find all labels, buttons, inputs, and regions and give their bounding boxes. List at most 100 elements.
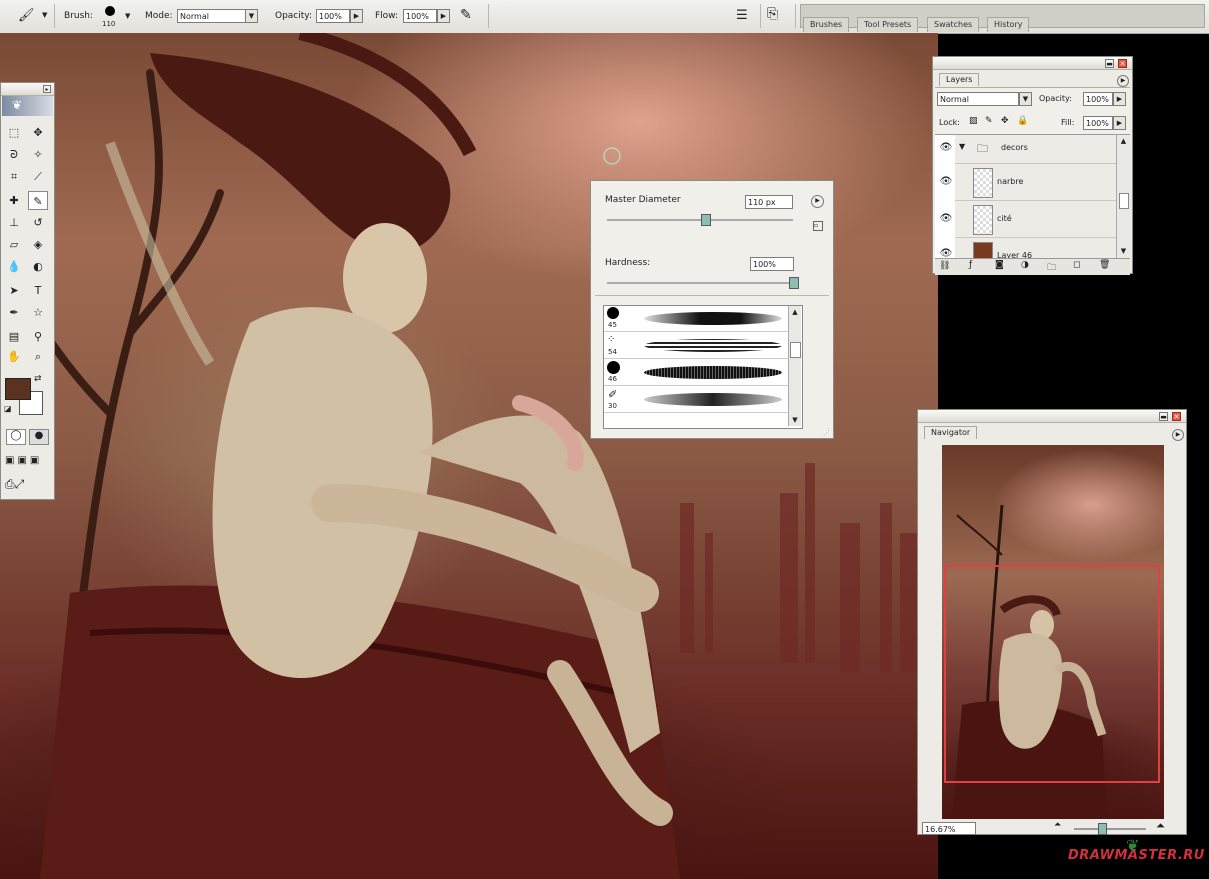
toolbox-expand-button[interactable]: ▸ (43, 85, 51, 93)
default-colors-icon[interactable]: ◪ (4, 404, 13, 413)
pen-tool-icon[interactable]: ✒ (4, 303, 24, 322)
slice-tool-icon[interactable]: ⟋ (28, 167, 48, 186)
quick-mask-button[interactable]: ● (29, 429, 49, 445)
opacity-slider-button[interactable]: ▶ (350, 9, 363, 23)
document-canvas[interactable] (0, 33, 938, 879)
eye-icon[interactable]: 👁 (939, 212, 953, 226)
tab-navigator[interactable]: Navigator (924, 426, 978, 439)
history-brush-tool-icon[interactable]: ↺ (28, 213, 48, 232)
well-tab-history[interactable]: History (987, 17, 1030, 32)
zoom-out-icon[interactable]: ⏶ (1054, 820, 1061, 830)
fill-slider-button[interactable]: ▶ (1113, 116, 1126, 130)
jump-to-imageready-icon[interactable]: ⎙⤢ (5, 477, 51, 493)
path-selection-tool-icon[interactable]: ➤ (4, 281, 24, 300)
master-diameter-slider-track[interactable] (607, 219, 793, 221)
lasso-tool-icon[interactable]: ᘐ (4, 145, 24, 164)
navigator-menu-icon[interactable]: ▶ (1172, 429, 1184, 441)
scroll-thumb[interactable] (1119, 193, 1129, 209)
scroll-up-arrow[interactable]: ▲ (1117, 135, 1130, 147)
well-tab-brushes[interactable]: Brushes (803, 17, 850, 32)
eye-icon[interactable]: 👁 (939, 141, 953, 155)
blend-mode-select[interactable]: Normal (937, 92, 1019, 106)
adobe-feather-logo[interactable]: ❦ (2, 96, 53, 116)
mode-dropdown-arrow[interactable]: ▼ (245, 9, 258, 23)
swap-colors-icon[interactable]: ⇄ (34, 374, 42, 384)
close-button[interactable]: ✕ (1172, 412, 1181, 421)
move-tool-icon[interactable]: ✥ (28, 123, 48, 142)
tool-preset-dropdown-icon[interactable]: ▼ (42, 11, 47, 19)
shape-tool-icon[interactable]: ☆ (28, 303, 48, 322)
navigator-thumbnail[interactable] (942, 445, 1164, 819)
mode-select[interactable]: Normal (177, 9, 247, 23)
crop-tool-icon[interactable]: ⌗ (4, 167, 24, 186)
brush-preset-item[interactable]: ✐ 30 (604, 387, 788, 413)
zoom-input[interactable]: 16.67% (922, 822, 976, 835)
scroll-up-arrow[interactable]: ▲ (789, 306, 801, 318)
scroll-thumb[interactable] (790, 342, 801, 358)
hardness-input[interactable]: 100% (750, 257, 794, 271)
hardness-slider-track[interactable] (607, 282, 793, 284)
adjustment-layer-icon[interactable]: ◑ (1021, 260, 1029, 270)
opacity-input[interactable]: 100% (316, 9, 350, 23)
file-browser-icon[interactable]: ⎘ (767, 6, 778, 22)
notes-tool-icon[interactable]: ▤ (4, 327, 24, 346)
lock-position-icon[interactable]: ✥ (1001, 116, 1009, 126)
layer-opacity-input[interactable]: 100% (1083, 92, 1113, 106)
master-diameter-input[interactable]: 110 px (745, 195, 793, 209)
lock-image-icon[interactable]: ✎ (985, 116, 993, 126)
dodge-tool-icon[interactable]: ◐ (28, 257, 48, 276)
brush-tool-icon[interactable]: 🖌 (18, 8, 35, 23)
hand-tool-icon[interactable]: ✋ (4, 347, 24, 366)
navigator-titlebar[interactable] (918, 410, 1186, 423)
layer-row[interactable]: cité (955, 201, 1116, 238)
layers-scrollbar[interactable]: ▲ ▼ (1116, 135, 1130, 259)
blend-mode-dropdown-arrow[interactable]: ▼ (1019, 92, 1032, 106)
layer-row[interactable]: narbre (955, 164, 1116, 201)
brush-picker-menu-icon[interactable]: ▶ (811, 195, 824, 208)
brush-tool-icon[interactable]: ✎ (28, 191, 48, 210)
layers-menu-icon[interactable]: ▶ (1117, 75, 1129, 87)
scroll-down-arrow[interactable]: ▼ (789, 414, 801, 426)
scroll-down-arrow[interactable]: ▼ (1117, 245, 1130, 257)
layers-titlebar[interactable] (933, 57, 1132, 70)
minimize-button[interactable]: ▬ (1159, 412, 1168, 421)
expand-triangle-icon[interactable]: ▼ (959, 142, 965, 151)
resize-grip-icon[interactable]: ⋰ (823, 429, 830, 437)
master-diameter-slider-thumb[interactable] (701, 214, 711, 226)
zoom-slider-track[interactable] (1074, 828, 1146, 830)
clone-stamp-tool-icon[interactable]: ⊥ (4, 213, 24, 232)
tab-layers[interactable]: Layers (939, 73, 980, 86)
zoom-tool-icon[interactable]: ⌕ (28, 347, 48, 366)
eyedropper-tool-icon[interactable]: ⚲ (28, 327, 48, 346)
fill-input[interactable]: 100% (1083, 116, 1113, 130)
brush-picker-arrow-icon[interactable]: ▼ (125, 12, 130, 20)
lock-transparency-icon[interactable]: ▨ (969, 116, 978, 126)
screen-mode-buttons[interactable]: ▣▣▣ (5, 455, 51, 469)
hardness-slider-thumb[interactable] (789, 277, 799, 289)
marquee-tool-icon[interactable]: ⬚ (4, 123, 24, 142)
well-tab-tool-presets[interactable]: Tool Presets (857, 17, 919, 32)
standard-mode-button[interactable]: ◯ (6, 429, 26, 445)
brush-preset-item[interactable]: ⁘ 54 (604, 333, 788, 359)
foreground-color-swatch[interactable] (5, 378, 31, 400)
eye-icon[interactable]: 👁 (939, 175, 953, 189)
layer-row[interactable]: Layer 46 (955, 238, 1116, 259)
paint-bucket-tool-icon[interactable]: ◈ (28, 235, 48, 254)
close-button[interactable]: ✕ (1118, 59, 1127, 68)
flow-input[interactable]: 100% (403, 9, 437, 23)
save-preset-icon[interactable]: ▫ (813, 221, 823, 231)
lock-all-icon[interactable]: 🔒 (1017, 116, 1028, 126)
link-icon[interactable]: ⛓ (939, 261, 950, 271)
zoom-in-icon[interactable]: ⏶ (1156, 819, 1165, 833)
layer-opacity-slider-button[interactable]: ▶ (1113, 92, 1126, 106)
zoom-slider-thumb[interactable] (1098, 823, 1107, 835)
brush-list-scrollbar[interactable]: ▲ ▼ (788, 306, 801, 426)
brush-picker[interactable]: 110 (100, 3, 122, 30)
airbrush-icon[interactable]: ✎ (460, 7, 472, 23)
layer-mask-icon[interactable]: ◙ (995, 260, 1004, 270)
layer-style-icon[interactable]: ƒ (969, 260, 972, 270)
blur-tool-icon[interactable]: 💧 (4, 257, 24, 276)
new-group-icon[interactable]: 🗀 (1047, 260, 1056, 276)
layer-group-row[interactable]: ▼ 🗀 decors (955, 135, 1116, 164)
brush-preset-item[interactable]: 45 (604, 306, 788, 332)
